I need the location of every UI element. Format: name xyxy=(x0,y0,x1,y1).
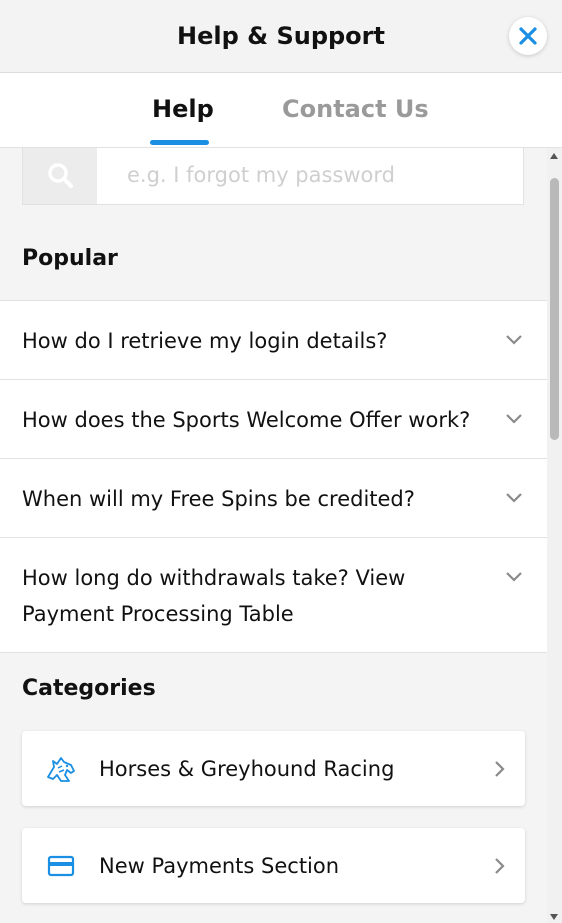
chevron-down-icon xyxy=(506,572,522,582)
search-button[interactable] xyxy=(23,148,97,204)
scroll-down-arrow[interactable] xyxy=(550,914,558,920)
active-tab-indicator xyxy=(150,140,209,145)
tab-contact-us[interactable]: Contact Us xyxy=(282,95,429,123)
faq-question: When will my Free Spins be credited? xyxy=(22,487,415,511)
tab-bar: Help Contact Us xyxy=(0,73,562,148)
popular-faq-list: How do I retrieve my login details? How … xyxy=(0,300,547,653)
chevron-right-icon xyxy=(495,857,505,874)
popular-section-title: Popular xyxy=(22,246,118,271)
faq-item[interactable]: How does the Sports Welcome Offer work? xyxy=(0,380,547,459)
faq-question: How do I retrieve my login details? xyxy=(22,329,388,353)
chevron-down-icon xyxy=(506,414,522,424)
search-box xyxy=(22,148,524,205)
category-label: New Payments Section xyxy=(99,853,340,878)
chevron-down-icon xyxy=(506,493,522,503)
dialog-header: Help & Support xyxy=(0,0,562,73)
search-input[interactable] xyxy=(97,148,523,204)
faq-item[interactable]: How long do withdrawals take? View Payme… xyxy=(0,538,547,653)
scroll-thumb[interactable] xyxy=(550,178,559,440)
search-icon xyxy=(48,163,73,188)
faq-item[interactable]: When will my Free Spins be credited? xyxy=(0,459,547,538)
faq-question: How long do withdrawals take? View Payme… xyxy=(22,566,406,626)
dialog-title: Help & Support xyxy=(177,22,385,50)
category-icon-wrap xyxy=(22,755,99,783)
help-content[interactable]: Popular How do I retrieve my login detai… xyxy=(0,148,547,923)
close-icon xyxy=(519,27,537,45)
chevron-down-icon xyxy=(506,335,522,345)
faq-question: How does the Sports Welcome Offer work? xyxy=(22,408,471,432)
categories-section-title: Categories xyxy=(22,676,156,701)
category-label: Horses & Greyhound Racing xyxy=(99,756,395,781)
tab-help[interactable]: Help xyxy=(152,95,214,123)
scroll-up-arrow[interactable] xyxy=(550,153,558,159)
horse-head-icon xyxy=(46,756,75,782)
close-button[interactable] xyxy=(509,17,547,55)
category-icon-wrap xyxy=(22,855,99,877)
category-new-payments[interactable]: New Payments Section xyxy=(22,828,525,903)
category-horse-racing[interactable]: Horses & Greyhound Racing xyxy=(22,731,525,806)
faq-item[interactable]: How do I retrieve my login details? xyxy=(0,301,547,380)
credit-card-icon xyxy=(47,855,74,876)
chevron-right-icon xyxy=(495,760,505,777)
scrollbar[interactable] xyxy=(547,148,562,923)
